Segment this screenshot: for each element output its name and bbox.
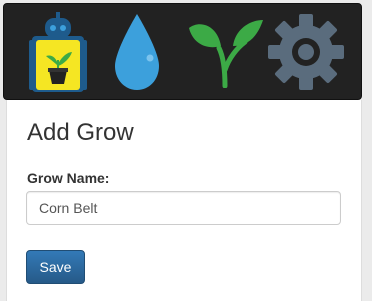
grow-name-input[interactable] — [26, 191, 341, 225]
app-window: Add Grow Grow Name: Save — [0, 0, 372, 301]
page-title: Add Grow — [27, 119, 134, 146]
add-grow-panel: Add Grow Grow Name: Save — [6, 100, 362, 301]
gear-icon[interactable] — [266, 12, 346, 92]
grow-name-label: Grow Name: — [27, 170, 110, 186]
save-button[interactable]: Save — [26, 250, 85, 284]
robot-plant-icon[interactable] — [22, 10, 94, 96]
water-drop-icon[interactable] — [112, 12, 162, 92]
sprout-icon[interactable] — [187, 16, 265, 88]
top-navbar — [3, 3, 362, 100]
